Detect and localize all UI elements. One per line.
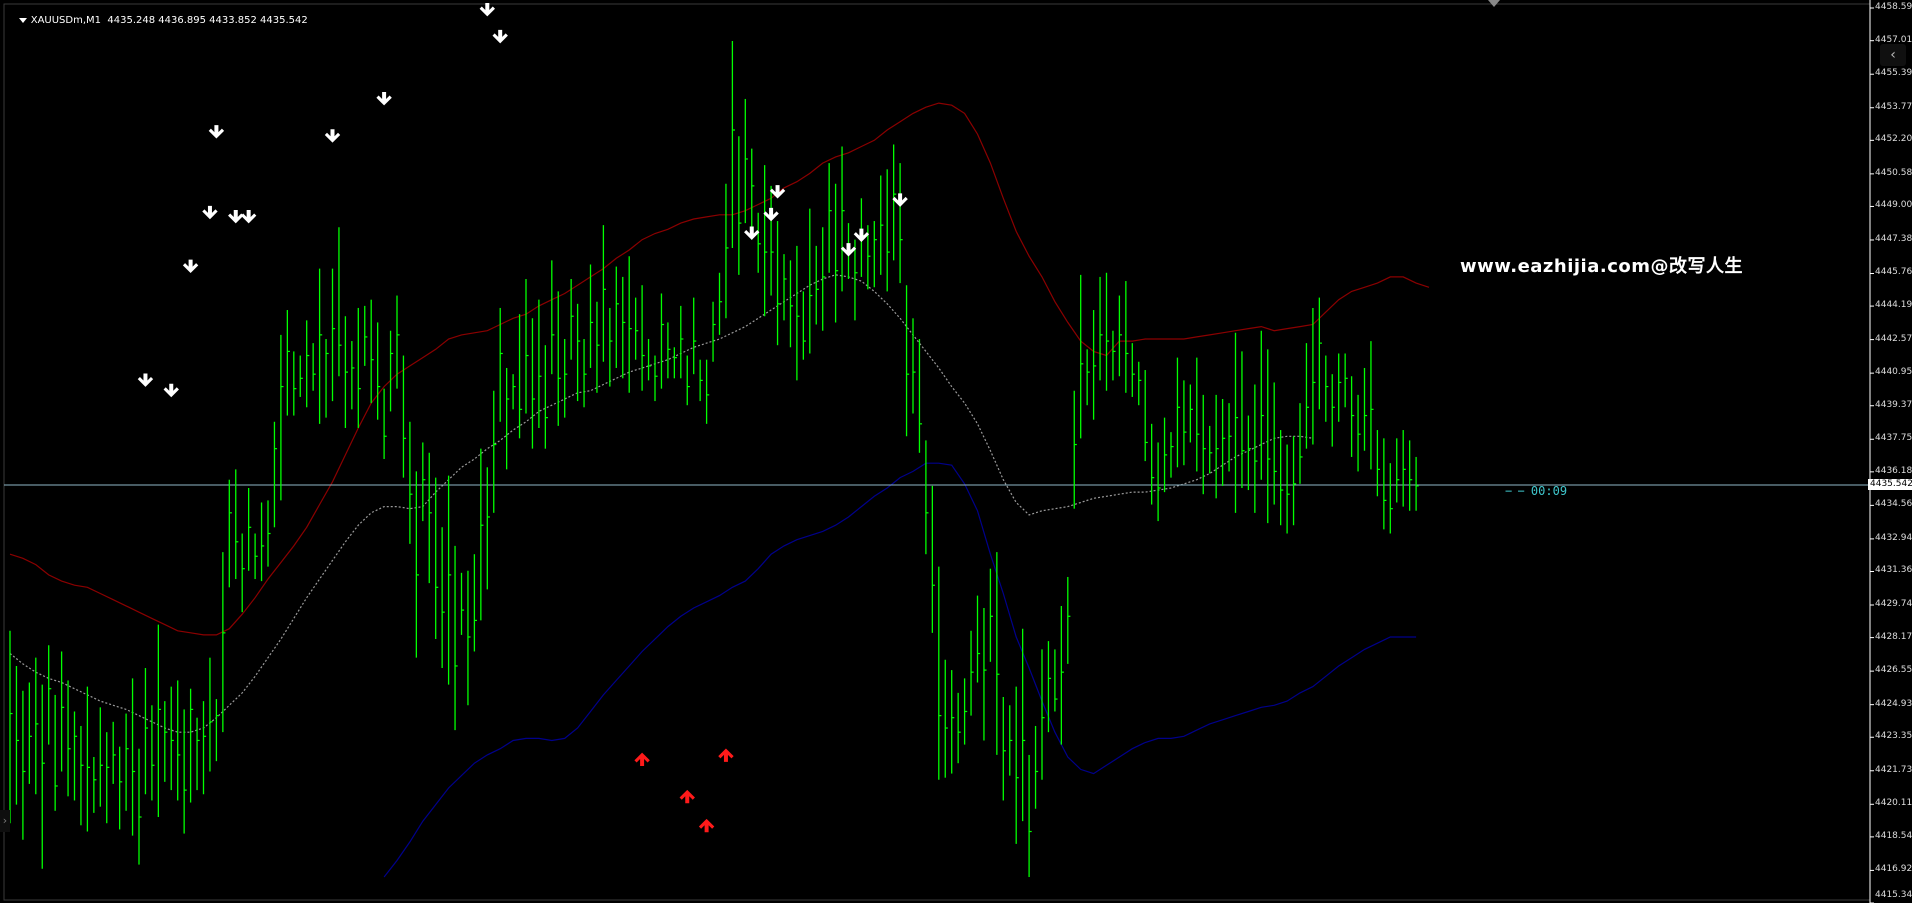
price-axis-label: 4424.930 <box>1875 698 1912 709</box>
price-axis-label: 4449.005 <box>1875 200 1912 211</box>
buy-arrow-icon <box>634 752 650 767</box>
price-axis-label: 4436.180 <box>1875 465 1912 476</box>
lower-band-line <box>383 462 1417 878</box>
shift-marker-icon[interactable] <box>1488 0 1500 7</box>
chevron-right-icon[interactable]: › <box>0 810 10 832</box>
price-axis-label: 4440.950 <box>1875 367 1912 378</box>
current-price-label: 4435.542 <box>1868 479 1912 490</box>
timer-dash-icon: − − <box>1505 484 1525 498</box>
price-axis-label: 4418.540 <box>1875 830 1912 841</box>
price-axis-label: 4447.385 <box>1875 233 1912 244</box>
sell-arrow-icon <box>202 205 218 220</box>
price-axis-label: 4431.365 <box>1875 565 1912 576</box>
chevron-left-icon[interactable]: ‹ <box>1880 44 1906 66</box>
price-axis-label: 4445.765 <box>1875 267 1912 278</box>
price-axis-label: 4415.345 <box>1875 890 1912 900</box>
price-axis-label: 4432.940 <box>1875 532 1912 543</box>
sell-arrow-icon <box>208 125 225 139</box>
chart-header: XAUUSDm,M1 4435.248 4436.895 4433.852 44… <box>6 4 308 37</box>
sell-arrow-icon <box>892 193 908 207</box>
price-axis-label: 4420.115 <box>1875 798 1912 809</box>
buy-arrow-icon <box>718 748 734 762</box>
sell-arrow-icon <box>228 209 244 224</box>
price-axis-label: 4450.580 <box>1875 167 1912 178</box>
sell-arrow-icon <box>182 259 199 274</box>
price-axis-label: 4455.395 <box>1875 68 1912 79</box>
sell-arrow-icon <box>492 29 508 44</box>
sell-arrow-icon <box>240 209 257 224</box>
chart-window[interactable]: XAUUSDm,M1 4435.248 4436.895 4433.852 44… <box>0 0 1912 903</box>
buy-arrow-icon <box>698 818 715 833</box>
sell-arrow-icon <box>744 226 760 240</box>
price-axis-label: 4421.735 <box>1875 764 1912 775</box>
price-axis-label: 4444.190 <box>1875 300 1912 311</box>
price-axis-label: 4423.355 <box>1875 731 1912 742</box>
price-axis-label: 4452.200 <box>1875 134 1912 145</box>
symbol-timeframe: XAUUSDm,M1 <box>30 15 102 26</box>
chart-frame <box>3 3 1871 901</box>
sell-arrow-icon <box>324 129 341 143</box>
price-axis-label: 4442.570 <box>1875 333 1912 344</box>
sell-arrow-icon <box>163 383 179 398</box>
price-axis-label: 4434.560 <box>1875 499 1912 510</box>
bar-timer-value: 00:09 <box>1530 484 1568 498</box>
ohlc-quote: 4435.248 4436.895 4433.852 4435.542 <box>107 15 308 26</box>
price-axis-label: 4439.375 <box>1875 399 1912 410</box>
sell-arrow-icon <box>763 207 779 222</box>
price-axis-label: 4458.595 <box>1875 2 1912 12</box>
bar-timer: − − 00:09 <box>1505 484 1567 498</box>
sell-arrow-icon <box>376 92 392 106</box>
price-axis-label: 4429.745 <box>1875 599 1912 609</box>
sell-arrow-icon <box>769 185 786 199</box>
buy-arrow-icon <box>679 789 695 804</box>
watermark-text: www.eazhijia.com@改写人生 <box>1460 256 1744 277</box>
price-axis-label: 4416.920 <box>1875 864 1912 875</box>
sell-arrow-icon <box>840 243 857 257</box>
price-axis-label: 4437.755 <box>1875 433 1912 444</box>
price-axis-label: 4426.550 <box>1875 665 1912 676</box>
price-axis-label: 4453.775 <box>1875 101 1912 112</box>
window-menu-icon[interactable] <box>18 17 27 23</box>
price-chart[interactable] <box>0 0 1912 903</box>
sell-arrow-icon <box>479 3 495 17</box>
sell-arrow-icon <box>853 228 870 242</box>
price-axis-label: 4428.170 <box>1875 631 1912 642</box>
sell-arrow-icon <box>137 373 154 387</box>
